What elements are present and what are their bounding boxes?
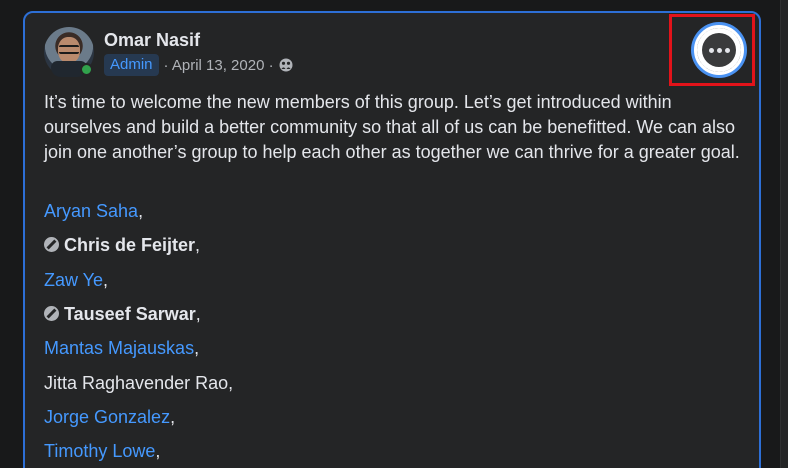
mention-separator: , [228,373,234,393]
author-name[interactable]: Omar Nasif [104,29,200,51]
more-options-icon [708,47,730,53]
mention-row: Zaw Ye, [44,268,108,292]
post-date[interactable]: · April 13, 2020 · [164,57,274,74]
mention-separator: , [103,270,109,290]
post-text: It’s time to welcome the new members of … [44,92,740,162]
mention-link[interactable]: Aryan Saha [44,201,138,221]
avatar-glasses [59,45,79,54]
mention-link[interactable]: Zaw Ye [44,270,103,290]
online-status-icon [80,63,93,76]
mention-link[interactable]: Jorge Gonzalez [44,407,170,427]
mention-link[interactable]: Mantas Majauskas [44,338,194,358]
mention-row: Aryan Saha, [44,199,143,223]
mention-row: Jorge Gonzalez, [44,405,175,429]
admin-badge[interactable]: Admin [104,54,159,76]
deactivated-icon [44,237,59,252]
mention-name: Chris de Feijter [64,235,196,255]
mention-separator: , [155,441,161,461]
mention-separator: , [195,235,201,255]
mention-separator: , [194,338,200,358]
deactivated-icon [44,306,59,321]
group-feed-page: Omar Nasif Admin · April 13, 2020 · It’s… [0,0,788,468]
mention-name: Jitta Raghavender Rao [44,373,229,393]
post-meta-row: Admin · April 13, 2020 · [104,53,293,77]
mention-link[interactable]: Timothy Lowe [44,441,155,461]
mention-row: Mantas Majauskas, [44,336,199,360]
right-panel-edge [780,0,788,468]
mention-row: Timothy Lowe, [44,439,160,463]
mention-row: Chris de Feijter, [44,233,200,257]
mention-separator: , [195,304,201,324]
mention-name: Tauseef Sarwar [64,304,196,324]
mention-separator: , [138,201,144,221]
mention-separator: , [170,407,176,427]
mention-row: Jitta Raghavender Rao, [44,371,233,395]
more-options-button[interactable] [694,25,744,75]
mention-row: Tauseef Sarwar, [44,302,201,326]
group-audience-icon[interactable] [279,58,293,72]
